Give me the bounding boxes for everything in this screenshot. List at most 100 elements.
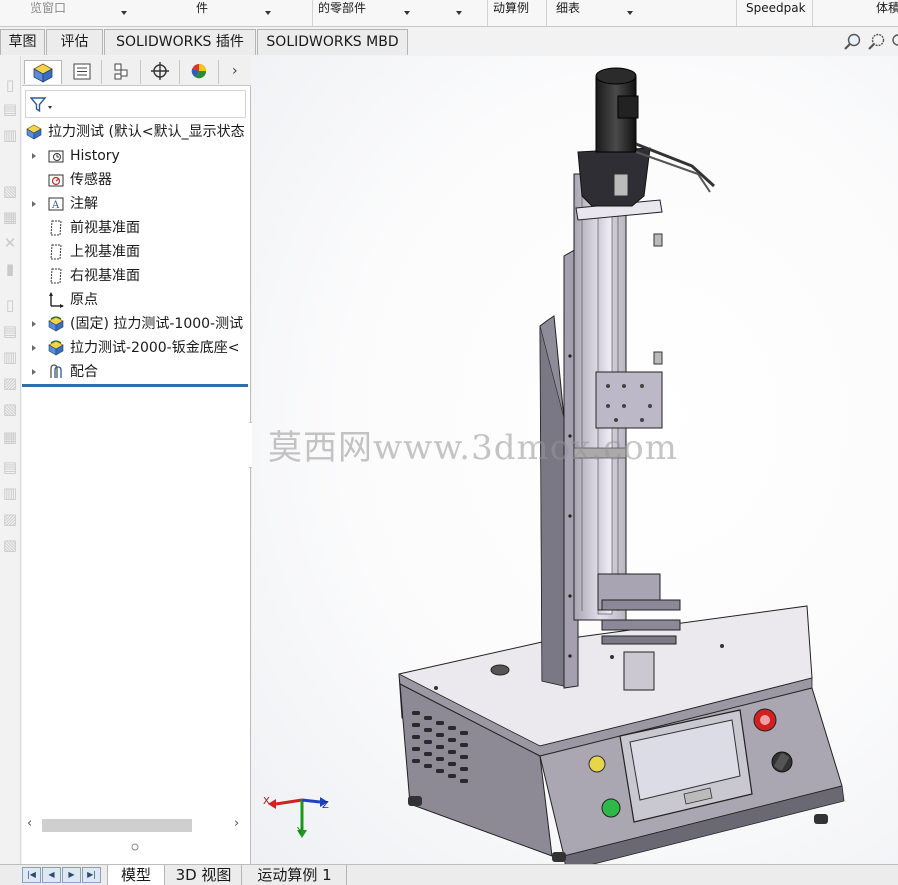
- expand-arrow-icon[interactable]: [32, 369, 36, 375]
- ribbon-item-body[interactable]: 体積: [876, 0, 898, 26]
- tree-item-front-plane[interactable]: 前视基准面: [22, 216, 251, 240]
- toolbar-icon: ▥: [2, 126, 18, 144]
- tree-item-origin[interactable]: 原点: [22, 288, 251, 312]
- toolbar-icon: ▧: [2, 400, 18, 418]
- ribbon-item-motion-study[interactable]: 动算例: [493, 0, 529, 26]
- triad-y-label: Y: [297, 826, 304, 837]
- graphics-area[interactable]: 莫西网www.3dmox.com X Y Z: [252, 56, 898, 864]
- toolbar-icon: ▤: [2, 458, 18, 476]
- feature-manager-panel: › 拉力测试 (默认<默认_显示状态 History 传感器 A 注解 前视基准…: [22, 56, 251, 864]
- expand-arrow-icon[interactable]: [32, 201, 36, 207]
- sensor-icon: [48, 174, 64, 187]
- toolbar-icon: ▧: [2, 536, 18, 554]
- tree-item-right-plane[interactable]: 右视基准面: [22, 264, 251, 288]
- tab-sketch[interactable]: 草图: [0, 29, 45, 55]
- tree-item-fixed-subassembly[interactable]: (固定) 拉力测试-1000-测试: [22, 312, 251, 336]
- feature-tree-scrollbar[interactable]: ‹ ›: [22, 816, 251, 834]
- ribbon-item-part[interactable]: 件: [196, 0, 208, 26]
- ribbon-item-components[interactable]: 的零部件: [318, 0, 366, 26]
- tree-item-annotations[interactable]: A 注解: [22, 192, 251, 216]
- tree-filter-box[interactable]: [25, 90, 246, 118]
- ribbon-item-preview-window[interactable]: 览窗口: [30, 0, 66, 26]
- tree-root-assembly[interactable]: 拉力测试 (默认<默认_显示状态: [22, 120, 251, 144]
- expand-arrow-icon[interactable]: [32, 321, 36, 327]
- triad-x-label: X: [263, 796, 270, 807]
- tree-item-label: 上视基准面: [70, 244, 140, 260]
- chevron-down-icon[interactable]: [627, 11, 633, 15]
- toolbar-icon: ▦: [2, 208, 18, 226]
- bottom-tab-bar: |◀ ◀ ▶ ▶| 模型 3D 视图 运动算例 1: [0, 864, 898, 885]
- toolbar-icon: ▦: [2, 428, 18, 446]
- toolbar-icon: ▨: [2, 374, 18, 392]
- tree-item-label: 拉力测试-2000-钣金底座<: [70, 340, 240, 356]
- ribbon-divider: [487, 0, 488, 26]
- tree-item-history[interactable]: History: [22, 144, 251, 168]
- tab-feature-tree[interactable]: [24, 60, 62, 84]
- zoom-to-fit-icon[interactable]: [843, 32, 863, 52]
- tree-item-label: 原点: [70, 292, 98, 308]
- part-icon: [48, 316, 64, 332]
- previous-view-icon[interactable]: [890, 32, 898, 52]
- assembly-icon: [26, 124, 42, 140]
- toolbar-icon: ▤: [2, 100, 18, 118]
- panel-resize-dot-icon[interactable]: [130, 842, 140, 852]
- tab-3d-view[interactable]: 3D 视图: [166, 865, 242, 885]
- plane-icon: [50, 268, 62, 284]
- tree-item-sheetmetal-base[interactable]: 拉力测试-2000-钣金底座<: [22, 336, 251, 360]
- ribbon-divider: [736, 0, 737, 26]
- ribbon-divider: [546, 0, 547, 26]
- crosshair-icon: [151, 62, 169, 80]
- watermark-text: 莫西网www.3dmox.com: [268, 428, 678, 468]
- toolbar-icon: ▧: [2, 182, 18, 200]
- chevron-down-icon[interactable]: [404, 11, 410, 15]
- toolbar-icon: ▮: [5, 260, 15, 278]
- triad-z-label: Z: [322, 800, 329, 811]
- tab-display-manager[interactable]: [181, 60, 219, 84]
- first-tab-icon[interactable]: |◀: [22, 867, 41, 883]
- annotation-icon: A: [48, 197, 64, 211]
- zoom-to-area-icon[interactable]: [867, 32, 887, 52]
- expand-arrow-icon[interactable]: [32, 153, 36, 159]
- origin-icon: [49, 292, 64, 308]
- tree-item-top-plane[interactable]: 上视基准面: [22, 240, 251, 264]
- tab-solidworks-mbd[interactable]: SOLIDWORKS MBD: [257, 29, 408, 55]
- tab-dimxpert-manager[interactable]: [142, 60, 180, 84]
- tree-item-label: 配合: [70, 364, 98, 380]
- tree-rollback-bar[interactable]: [22, 384, 248, 387]
- chevron-down-icon[interactable]: [265, 11, 271, 15]
- chevron-down-icon[interactable]: [121, 11, 127, 15]
- expand-arrow-icon[interactable]: [32, 345, 36, 351]
- assembly-cube-icon: [33, 63, 53, 83]
- tree-item-sensors[interactable]: 传感器: [22, 168, 251, 192]
- left-toolbar-strip: ▯ ▤ ▥ ▧ ▦ ✕ ▮ ▯ ▤ ▥ ▨ ▧ ▦ ▤ ▥ ▨ ▧: [0, 56, 21, 864]
- prev-tab-icon[interactable]: ◀: [42, 867, 61, 883]
- next-tab-icon[interactable]: ▶: [62, 867, 81, 883]
- configuration-icon: [114, 63, 128, 80]
- scrollbar-thumb[interactable]: [42, 819, 192, 832]
- toolbar-icon: ▯: [5, 296, 15, 314]
- tab-evaluate[interactable]: 评估: [46, 29, 103, 55]
- chevron-down-icon[interactable]: [456, 11, 462, 15]
- filter-funnel-icon[interactable]: [30, 96, 54, 114]
- tab-motion-study-1[interactable]: 运动算例 1: [243, 865, 347, 885]
- ribbon-item-bom[interactable]: 细表: [556, 0, 580, 26]
- chevron-right-icon[interactable]: ›: [234, 816, 239, 831]
- tab-solidworks-addins[interactable]: SOLIDWORKS 插件: [104, 29, 256, 55]
- toolbar-icon: ▯: [5, 76, 15, 94]
- reference-triad-icon: [268, 797, 328, 838]
- svg-text:A: A: [51, 200, 60, 211]
- chevron-right-icon[interactable]: ›: [232, 63, 238, 79]
- tree-item-label: 传感器: [70, 172, 112, 188]
- tab-configuration-manager[interactable]: [103, 60, 141, 84]
- tree-item-label: 注解: [70, 196, 98, 212]
- ribbon-item-speedpak[interactable]: Speedpak: [746, 0, 806, 26]
- chevron-left-icon[interactable]: ‹: [27, 816, 32, 831]
- toolbar-icon: ▥: [2, 484, 18, 502]
- property-list-icon: [73, 63, 91, 80]
- tree-item-mates[interactable]: 配合: [22, 360, 251, 384]
- tab-property-manager[interactable]: [64, 60, 102, 84]
- last-tab-icon[interactable]: ▶|: [82, 867, 101, 883]
- tree-item-label: 右视基准面: [70, 268, 140, 284]
- toolbar-icon: ✕: [3, 234, 17, 252]
- tab-model[interactable]: 模型: [107, 865, 165, 885]
